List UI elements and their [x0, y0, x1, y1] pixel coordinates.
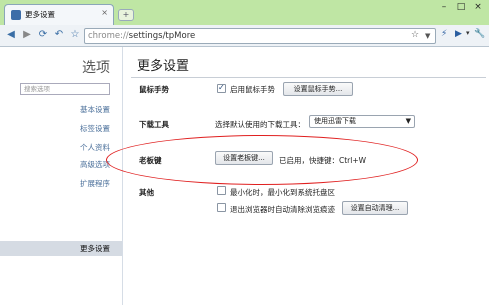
mouse-gesture-label: 鼠标手势 [139, 85, 169, 94]
minimize-to-tray-checkbox[interactable] [217, 186, 226, 195]
close-window-button[interactable]: × [471, 2, 485, 14]
page-title: 更多设置 [137, 59, 190, 74]
download-tool-select[interactable]: 使用迅雷下载 ▼ [309, 115, 415, 128]
tab-title: 更多设置 [25, 10, 55, 19]
sidebar-item-tabs[interactable]: 标签设置 [80, 123, 110, 134]
undo-icon[interactable]: ↶ [53, 29, 65, 41]
title-bar: 更多设置 × + – □ × [0, 0, 489, 25]
dropdown-icon[interactable]: ▼ [425, 32, 430, 40]
browser-toolbar: ◀ ▶ ⟳ ↶ ☆ chrome://settings/tpMore ☆ ▼ ⚡… [0, 25, 489, 47]
maximize-button[interactable]: □ [454, 2, 468, 14]
sidebar-item-label: 更多设置 [80, 244, 110, 253]
forward-icon[interactable]: ▶ [21, 29, 33, 41]
settings-content: 更多设置 鼠标手势 启用鼠标手势 设置鼠标手势... 下载工具 选择默认使用的下… [123, 47, 489, 305]
url-text: chrome://settings/tpMore [88, 31, 196, 41]
sidebar-heading: 选项 [82, 60, 110, 76]
other-label: 其他 [139, 188, 154, 197]
clear-on-exit-text: 退出浏览器时自动清除浏览痕迹 [230, 205, 335, 214]
lightning-icon[interactable]: ⚡ [441, 29, 447, 39]
chevron-down-icon: ▼ [405, 117, 411, 125]
divider [131, 77, 486, 78]
tab-more-settings[interactable]: 更多设置 × [4, 4, 114, 25]
set-boss-key-button[interactable]: 设置老板键... [215, 151, 273, 165]
sidebar-item-extensions[interactable]: 扩展程序 [80, 178, 110, 189]
set-mouse-gesture-button[interactable]: 设置鼠标手势... [283, 82, 353, 96]
settings-favicon-icon [11, 10, 21, 20]
download-tool-prompt: 选择默认使用的下载工具： [215, 120, 305, 129]
back-icon[interactable]: ◀ [5, 29, 17, 41]
clear-on-exit-checkbox[interactable] [217, 203, 226, 212]
new-tab-button[interactable]: + [118, 9, 134, 21]
download-tool-label: 下载工具 [139, 120, 169, 129]
sidebar-item-personal[interactable]: 个人资料 [80, 142, 110, 153]
boss-key-label: 老板键 [139, 156, 162, 165]
boss-key-status: 已启用，快捷键：Ctrl+W [279, 156, 367, 165]
home-icon[interactable]: ☆ [69, 29, 81, 41]
wrench-icon[interactable]: 🔧 [474, 29, 485, 39]
minimize-button[interactable]: – [437, 2, 451, 14]
search-options-input[interactable]: 搜索选项 [20, 83, 110, 95]
enable-mouse-gesture-text: 启用鼠标手势 [230, 85, 275, 94]
set-auto-clean-button[interactable]: 设置自动清理... [342, 201, 408, 215]
tab-close-icon[interactable]: × [101, 8, 108, 17]
play-icon[interactable]: ▶ [455, 29, 462, 39]
settings-sidebar: 选项 搜索选项 基本设置 标签设置 个人资料 高级选项 扩展程序 更多设置 [0, 47, 123, 305]
sidebar-item-more[interactable]: 更多设置 [0, 241, 122, 256]
download-tool-selected: 使用迅雷下载 [314, 117, 356, 125]
enable-mouse-gesture-checkbox[interactable] [217, 83, 226, 93]
address-bar[interactable]: chrome://settings/tpMore ☆ ▼ [84, 28, 436, 44]
sidebar-item-advanced[interactable]: 高级选项 [80, 159, 110, 170]
bookmark-star-icon[interactable]: ☆ [411, 30, 419, 40]
page-icon[interactable]: ▾ [466, 29, 470, 37]
minimize-to-tray-text: 最小化时，最小化到系统托盘区 [230, 188, 335, 197]
reload-icon[interactable]: ⟳ [37, 29, 49, 41]
sidebar-item-basic[interactable]: 基本设置 [80, 104, 110, 115]
